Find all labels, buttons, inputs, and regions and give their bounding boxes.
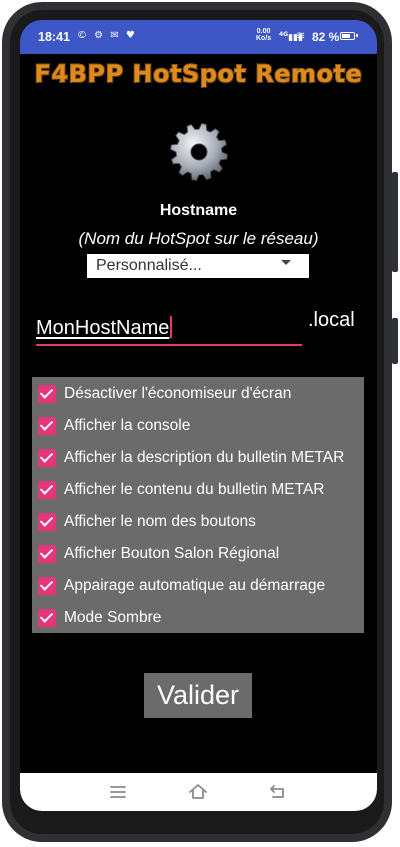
option-row[interactable]: Mode Sombre — [38, 606, 161, 630]
navigation-bar — [20, 773, 377, 811]
checkbox[interactable] — [38, 577, 56, 595]
option-label: Mode Sombre — [64, 609, 162, 626]
net-speed-unit: Ko/s — [256, 35, 272, 42]
text-cursor — [170, 316, 173, 338]
option-row[interactable]: Afficher la console — [38, 414, 190, 438]
notification-icons: © ⚙ ✉ ♥ — [77, 30, 137, 41]
validate-button[interactable]: Valider — [144, 673, 252, 718]
checkbox[interactable] — [38, 417, 56, 435]
checkbox[interactable] — [38, 513, 56, 531]
wifi-icon: ≋ — [296, 29, 306, 42]
network-type: 4G — [279, 31, 289, 38]
hostname-select[interactable]: Personnalisé... — [87, 254, 309, 278]
screen: 18:41 © ⚙ ✉ ♥ 0.00 Ko/s 4G▮▮▮ ≋ 82 % F4B… — [20, 20, 377, 811]
back-icon[interactable] — [266, 781, 290, 803]
option-row[interactable]: Afficher la description du bulletin META… — [38, 446, 344, 470]
checkbox[interactable] — [38, 609, 56, 627]
checkbox[interactable] — [38, 385, 56, 403]
option-row[interactable]: Afficher Bouton Salon Régional — [38, 542, 279, 566]
hostname-select-value: Personnalisé... — [96, 257, 202, 274]
option-label: Désactiver l'économiseur d'écran — [64, 385, 292, 402]
hostname-label: Hostname — [159, 202, 238, 219]
checkbox[interactable] — [38, 545, 56, 563]
option-label: Afficher le contenu du bulletin METAR — [64, 481, 325, 498]
option-row[interactable]: Afficher le contenu du bulletin METAR — [38, 478, 324, 502]
battery-percent: 82 % — [312, 30, 340, 44]
option-label: Afficher la description du bulletin META… — [64, 449, 345, 466]
status-time: 18:41 — [38, 30, 70, 44]
checkbox[interactable] — [38, 481, 56, 499]
menu-icon[interactable] — [106, 781, 130, 803]
checkbox[interactable] — [38, 449, 56, 467]
power-button — [392, 318, 398, 364]
domain-suffix: .local — [308, 309, 355, 331]
options-panel: Désactiver l'économiseur d'écran Affiche… — [32, 377, 364, 633]
option-label: Appairage automatique au démarrage — [64, 577, 326, 594]
chevron-down-icon — [281, 260, 291, 265]
battery-fill — [342, 34, 351, 38]
option-label: Afficher le nom des boutons — [64, 513, 256, 530]
volume-button — [392, 172, 398, 272]
hostname-input[interactable]: MonHostName — [36, 312, 302, 346]
battery-icon — [340, 32, 358, 40]
option-row[interactable]: Afficher le nom des boutons — [38, 510, 256, 534]
status-bar: 18:41 © ⚙ ✉ ♥ 0.00 Ko/s 4G▮▮▮ ≋ 82 % — [20, 20, 377, 54]
net-speed-value: 0.00 — [256, 28, 271, 35]
option-row[interactable]: Désactiver l'économiseur d'écran — [38, 382, 291, 406]
hostname-subtitle: (Nom du HotSpot sur le réseau) — [78, 229, 319, 248]
gear-icon[interactable] — [168, 121, 230, 183]
app-title: F4BPP HotSpot Remote — [34, 59, 363, 89]
hostname-input-value: MonHostName — [36, 317, 170, 339]
option-row[interactable]: Appairage automatique au démarrage — [38, 574, 325, 598]
option-label: Afficher la console — [64, 417, 191, 434]
option-label: Afficher Bouton Salon Régional — [64, 545, 280, 562]
net-speed: 0.00 Ko/s — [256, 28, 271, 42]
home-icon[interactable] — [186, 781, 210, 803]
